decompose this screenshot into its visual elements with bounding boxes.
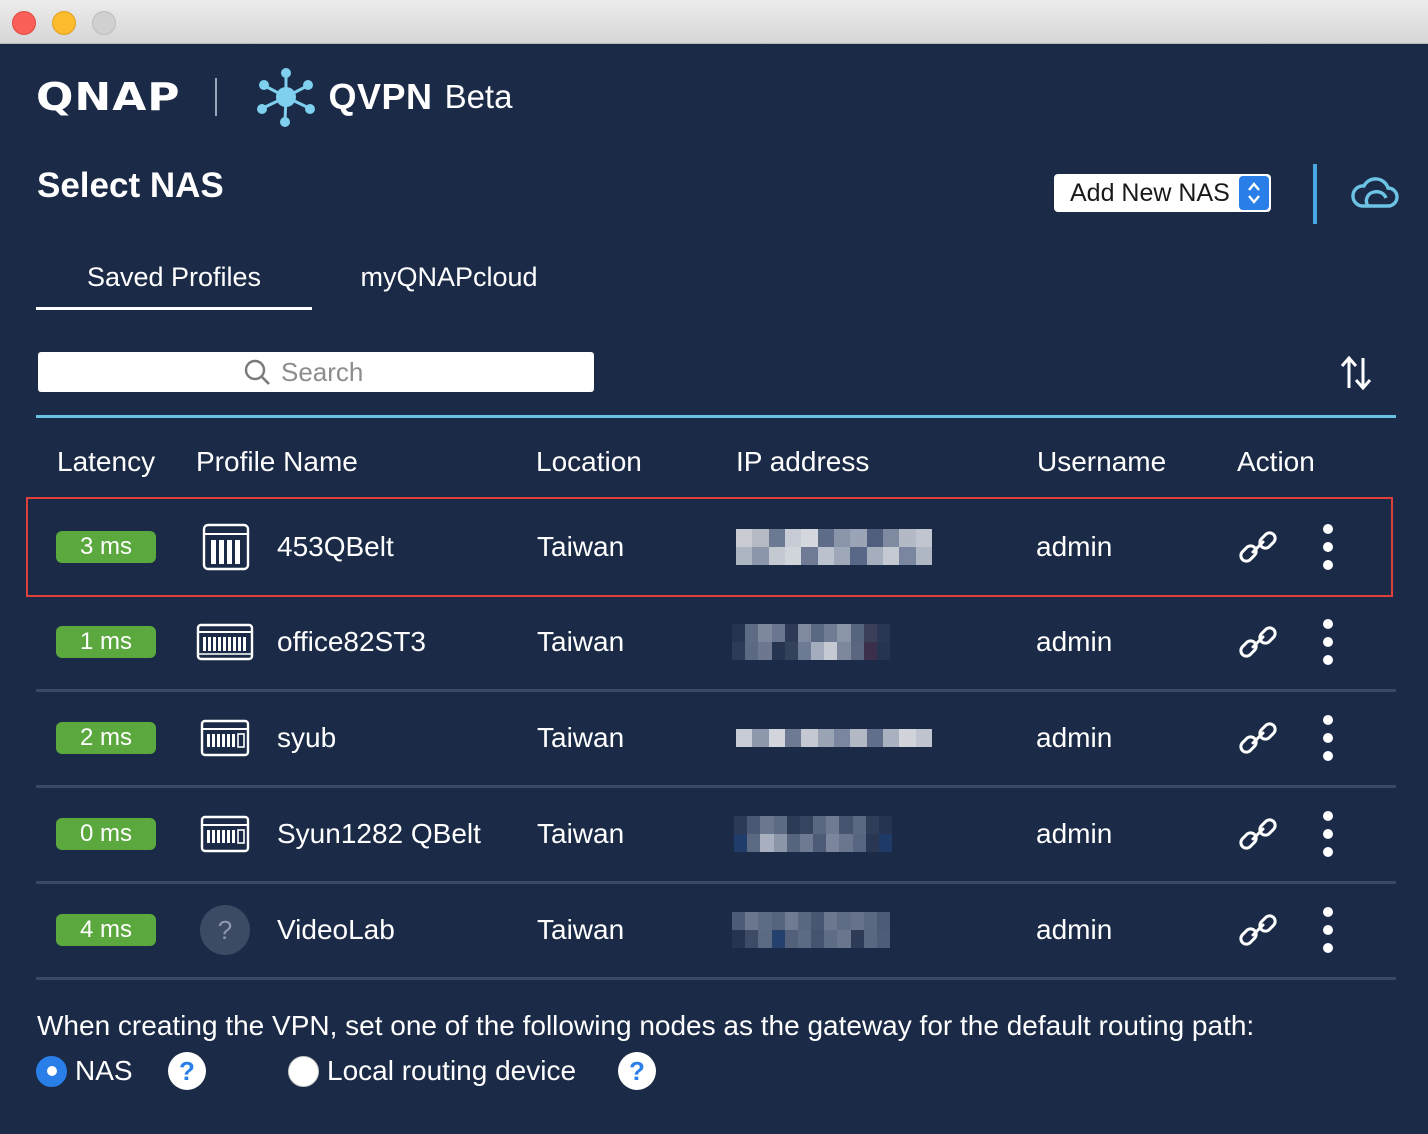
search-box[interactable] (38, 352, 594, 392)
column-header-latency: Latency (57, 446, 156, 477)
ip-address-redacted (732, 624, 890, 660)
brand-header: QNAP QVPN Beta (36, 68, 513, 127)
username: admin (1036, 722, 1113, 753)
close-window-button[interactable] (12, 11, 36, 35)
tab-saved-profiles[interactable]: Saved Profiles (36, 262, 312, 310)
gateway-instruction: When creating the VPN, set one of the fo… (37, 1010, 1255, 1041)
product-tag: Beta (444, 78, 513, 115)
connect-link-icon[interactable] (1238, 718, 1278, 758)
latency-badge: 4 ms (56, 914, 156, 946)
more-options-icon[interactable] (1321, 524, 1335, 570)
gateway-option-local-router[interactable]: Local routing device (288, 1052, 576, 1090)
connect-link-icon[interactable] (1238, 910, 1278, 950)
more-options-icon[interactable] (1321, 811, 1335, 857)
gateway-option-nas[interactable]: NAS (36, 1052, 133, 1090)
sort-icon[interactable] (1338, 354, 1374, 392)
column-header-action: Action (1237, 446, 1315, 477)
qvpn-network-icon (256, 68, 315, 127)
location: Taiwan (537, 626, 625, 657)
column-header-profile-name: Profile Name (196, 446, 358, 477)
qnap-logo: QNAP (36, 75, 181, 119)
table-row[interactable]: 1 ms office82ST3 Taiwan admin (36, 594, 1396, 692)
add-new-nas-dropdown[interactable]: Add New NAS (1054, 174, 1271, 212)
local-routing-option-label: Local routing device (327, 1055, 577, 1086)
username: admin (1036, 914, 1113, 945)
profile-name: Syun1282 QBelt (277, 818, 481, 849)
latency-badge: 1 ms (56, 626, 156, 658)
local-routing-radio-button[interactable] (288, 1055, 319, 1087)
location: Taiwan (537, 914, 625, 945)
table-row[interactable]: 2 ms syub Taiwan admin (36, 690, 1396, 788)
tab-myqnapcloud[interactable]: myQNAPcloud (346, 262, 552, 310)
list-top-divider (36, 415, 1396, 418)
brand-divider (214, 78, 217, 116)
dropdown-stepper-icon (1239, 176, 1269, 210)
ip-address-redacted (734, 816, 892, 852)
location: Taiwan (537, 722, 625, 753)
more-options-icon[interactable] (1321, 907, 1335, 953)
username: admin (1036, 818, 1113, 849)
add-new-nas-label: Add New NAS (1070, 178, 1230, 207)
search-icon (244, 359, 270, 385)
table-row[interactable]: 4 ms ? VideoLab Taiwan admin (36, 882, 1396, 980)
username: admin (1036, 626, 1113, 657)
profile-name: syub (277, 722, 337, 753)
zoom-window-button[interactable] (92, 11, 116, 35)
profile-name: office82ST3 (277, 626, 426, 657)
nas-help-icon[interactable]: ? (168, 1052, 206, 1090)
nas-desktop-icon (200, 815, 250, 853)
cloud-icon[interactable] (1348, 172, 1400, 216)
latency-badge: 3 ms (56, 531, 156, 563)
table-row[interactable]: 0 ms Syun1282 QBelt Taiwan admin (36, 786, 1396, 884)
more-options-icon[interactable] (1321, 715, 1335, 761)
username: admin (1036, 531, 1113, 562)
local-routing-help-icon[interactable]: ? (618, 1052, 656, 1090)
ip-address-redacted (736, 529, 932, 565)
connect-link-icon[interactable] (1238, 527, 1278, 567)
unknown-device-icon: ? (200, 905, 250, 955)
nas-option-label: NAS (75, 1055, 133, 1086)
location: Taiwan (537, 818, 625, 849)
column-header-ip-address: IP address (736, 446, 870, 477)
table-row[interactable]: 3 ms 453QBelt Taiwan admin (26, 497, 1393, 597)
nas-radio-button[interactable] (36, 1055, 67, 1087)
nas-tower-icon (202, 523, 250, 571)
search-input[interactable] (281, 356, 377, 388)
more-options-icon[interactable] (1321, 619, 1335, 665)
column-header-location: Location (536, 446, 642, 477)
window-titlebar (0, 0, 1428, 44)
minimize-window-button[interactable] (52, 11, 76, 35)
location: Taiwan (537, 531, 625, 562)
header-divider (1313, 164, 1317, 224)
connect-link-icon[interactable] (1238, 622, 1278, 662)
nas-desktop-icon (200, 719, 250, 757)
latency-badge: 2 ms (56, 722, 156, 754)
nas-rack-icon (196, 623, 254, 661)
ip-address-redacted (732, 912, 890, 948)
column-header-username: Username (1037, 446, 1167, 477)
profile-name: 453QBelt (277, 531, 394, 562)
product-name: QVPN (328, 76, 433, 117)
connect-link-icon[interactable] (1238, 814, 1278, 854)
ip-address-redacted (736, 729, 932, 747)
profile-name: VideoLab (277, 914, 395, 945)
latency-badge: 0 ms (56, 818, 156, 850)
page-title: Select NAS (37, 166, 224, 205)
